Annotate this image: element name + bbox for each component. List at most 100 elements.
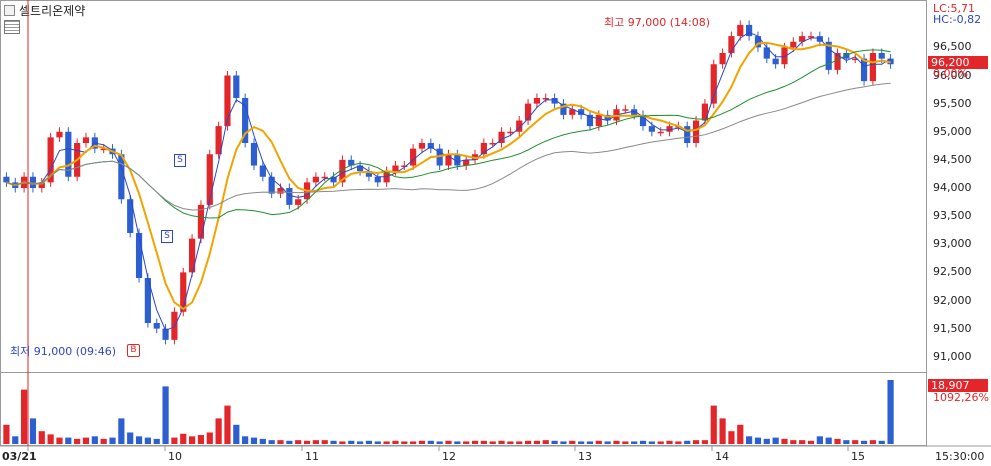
price-change: 0,00% (933, 67, 968, 80)
candle-body (410, 148, 417, 166)
volume-bar (21, 389, 28, 444)
candle-body (869, 53, 876, 82)
candle-body (595, 114, 602, 127)
volume-bar (692, 440, 700, 444)
buy-marker[interactable]: B (127, 344, 140, 357)
x-tick-label: 14 (715, 450, 729, 463)
volume-bar (445, 440, 452, 444)
volume-bar (524, 440, 532, 444)
volume-bar (639, 440, 647, 444)
volume-bar (303, 440, 311, 444)
y-tick-label: 91,500 (933, 321, 972, 335)
volume-bar (286, 440, 293, 444)
volume-bar (427, 440, 434, 444)
volume-bar (91, 436, 98, 444)
candle-body (860, 58, 868, 82)
volume-bar (233, 424, 240, 444)
volume-bar (666, 440, 673, 444)
volume-bar (860, 440, 868, 444)
volume-bar (489, 441, 496, 444)
volume-bar (763, 438, 770, 444)
volume-bar (648, 441, 655, 444)
volume-bar (825, 437, 832, 444)
volume-bar (834, 438, 841, 444)
volume-bar (206, 432, 213, 444)
volume-bar (887, 380, 894, 444)
volume-bar (330, 440, 337, 444)
volume-bar (701, 440, 709, 444)
volume-bar (135, 436, 143, 444)
candle-body (268, 176, 275, 194)
candle-body (622, 109, 629, 111)
volume-bar (480, 440, 487, 444)
candle-body (878, 53, 885, 59)
candle-body (312, 176, 319, 183)
volume-bar (569, 440, 576, 444)
candle-body (82, 137, 90, 143)
volume-bar (295, 440, 302, 444)
y-tick-label: 91,000 (933, 349, 972, 363)
volume-bar (250, 437, 258, 444)
sell-marker-2[interactable]: S (161, 230, 173, 243)
volume-bar (109, 437, 116, 444)
candle-body (737, 24, 744, 37)
volume-bar (746, 436, 753, 444)
volume-bar (74, 438, 81, 444)
volume-bar (675, 441, 682, 444)
y-tick-label: 93,500 (933, 209, 972, 223)
volume-bar (3, 424, 10, 444)
candle-body (180, 272, 187, 312)
candle-body (533, 98, 541, 104)
volume-bar (383, 441, 390, 444)
candle-body (701, 103, 709, 121)
volume-bar (12, 436, 19, 444)
y-tick-label: 95,000 (933, 124, 972, 138)
volume-bar (781, 438, 788, 444)
candle-body (542, 98, 549, 100)
volume-bar (180, 433, 187, 444)
volume-bar (153, 438, 160, 444)
candle-body (3, 176, 10, 183)
volume-bar (242, 436, 249, 444)
candle-body (719, 53, 726, 65)
x-tick-label: 11 (305, 450, 319, 463)
candle-body (772, 58, 779, 65)
volume-bar (38, 431, 45, 444)
volume-bar (454, 441, 461, 444)
volume-bar (799, 440, 806, 444)
volume-bar (631, 441, 638, 444)
candle-body (135, 233, 143, 278)
volume-bar (392, 440, 399, 444)
volume-bar (578, 441, 585, 444)
volume-bar (56, 437, 63, 444)
volume-bar (118, 418, 125, 444)
chart-window: 셀트리온제약 03/21 10 11 12 13 14 15 15:30:00 96,500 9… (0, 0, 991, 466)
candle-body (746, 24, 753, 37)
price-chart: 03/21 10 11 12 13 14 15 15:30:00 (0, 0, 991, 463)
moving-average-line (6, 31, 891, 332)
volume-bar (790, 440, 797, 444)
volume-bar (259, 438, 266, 444)
volume-bar (268, 440, 275, 444)
volume-bar (144, 437, 151, 444)
volume-bar (533, 440, 541, 444)
y-tick-label: 94,500 (933, 152, 972, 166)
volume-bar (65, 437, 72, 444)
volume-bar (471, 440, 479, 444)
volume-bar (436, 441, 443, 444)
candle-body (118, 154, 125, 200)
volume-bar (507, 441, 514, 444)
volume-bar (348, 440, 355, 444)
x-tick-label: 13 (578, 450, 592, 463)
sell-marker-1[interactable]: S (174, 154, 186, 167)
volume-bar (772, 437, 779, 444)
volume-bar (197, 435, 205, 444)
candle-body (392, 165, 399, 172)
volume-bar (604, 441, 611, 444)
volume-bar (516, 441, 523, 444)
volume-bar (365, 440, 373, 444)
volume-bar (47, 434, 54, 444)
volume-bar (737, 424, 744, 444)
volume-bar (100, 438, 107, 444)
volume-bar (613, 440, 620, 444)
